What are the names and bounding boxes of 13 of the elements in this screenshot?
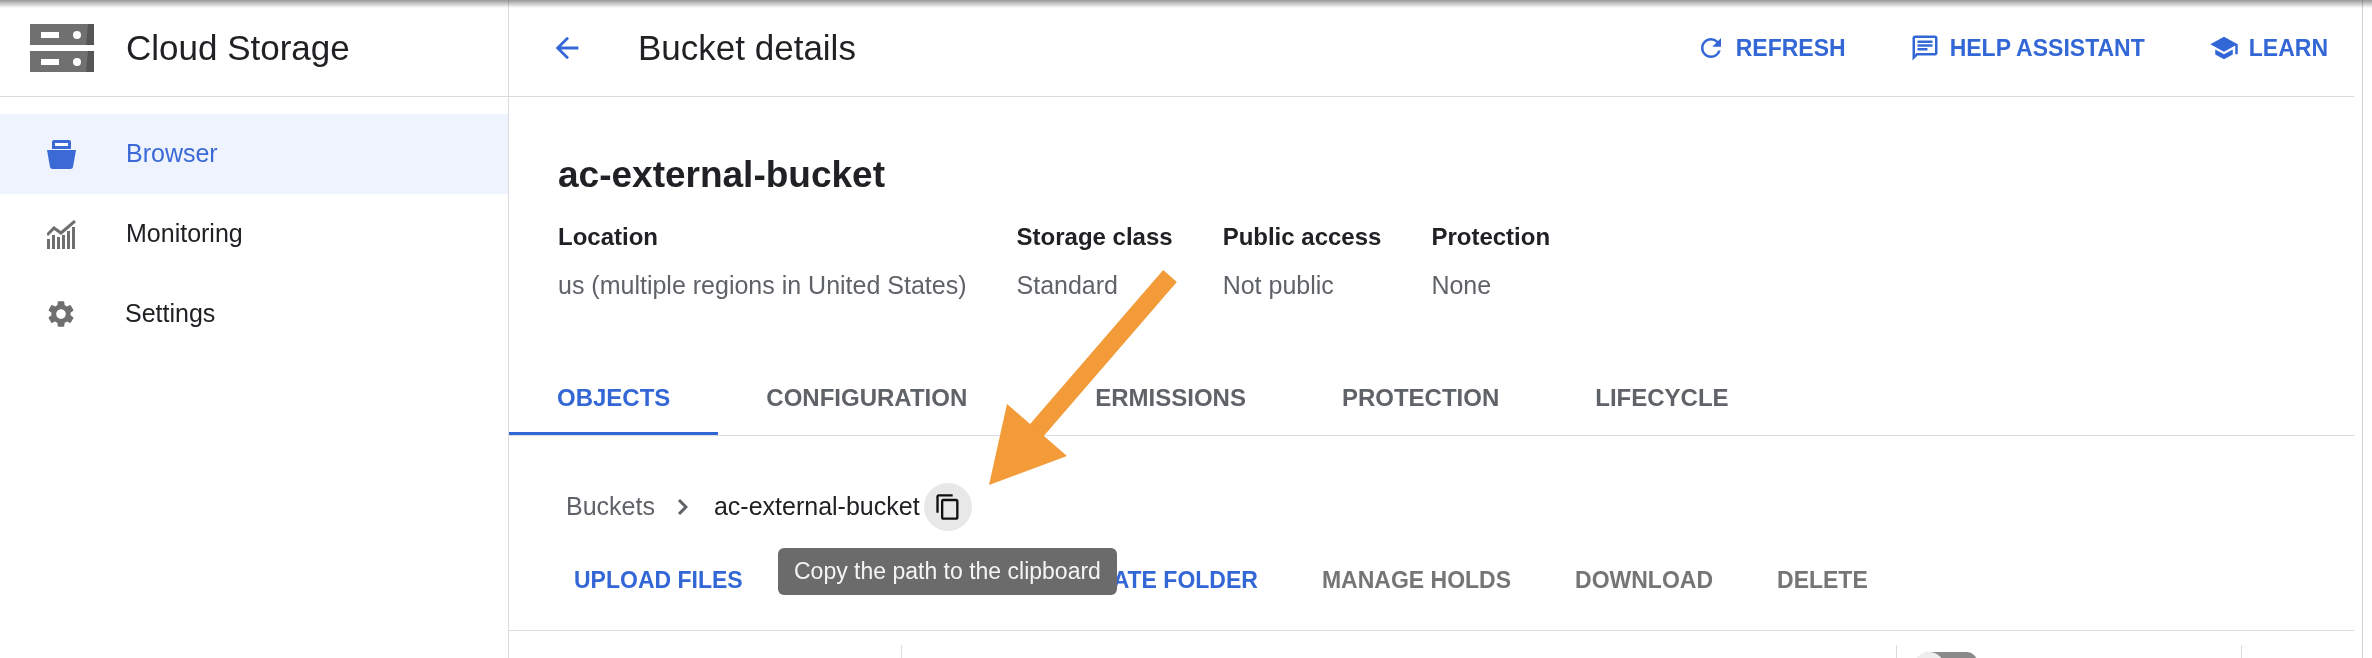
- tooltip: Copy the path to the clipboard: [778, 548, 1117, 595]
- property-label: Location: [558, 222, 658, 252]
- bucket-name: ac-external-bucket: [558, 153, 885, 197]
- property-value: None: [1431, 270, 1492, 300]
- property-value: Not public: [1222, 270, 1334, 300]
- property-value: us (multiple regions in United States): [558, 270, 967, 300]
- breadcrumb-current: ac-external-bucket: [713, 491, 920, 523]
- app-title: Cloud Storage: [126, 27, 350, 69]
- page-title: Bucket details: [638, 27, 856, 69]
- property-label: Protection: [1431, 222, 1551, 252]
- property-label: Storage class: [1016, 222, 1173, 252]
- property-label: Public access: [1222, 222, 1382, 252]
- property-value: Standard: [1016, 270, 1118, 300]
